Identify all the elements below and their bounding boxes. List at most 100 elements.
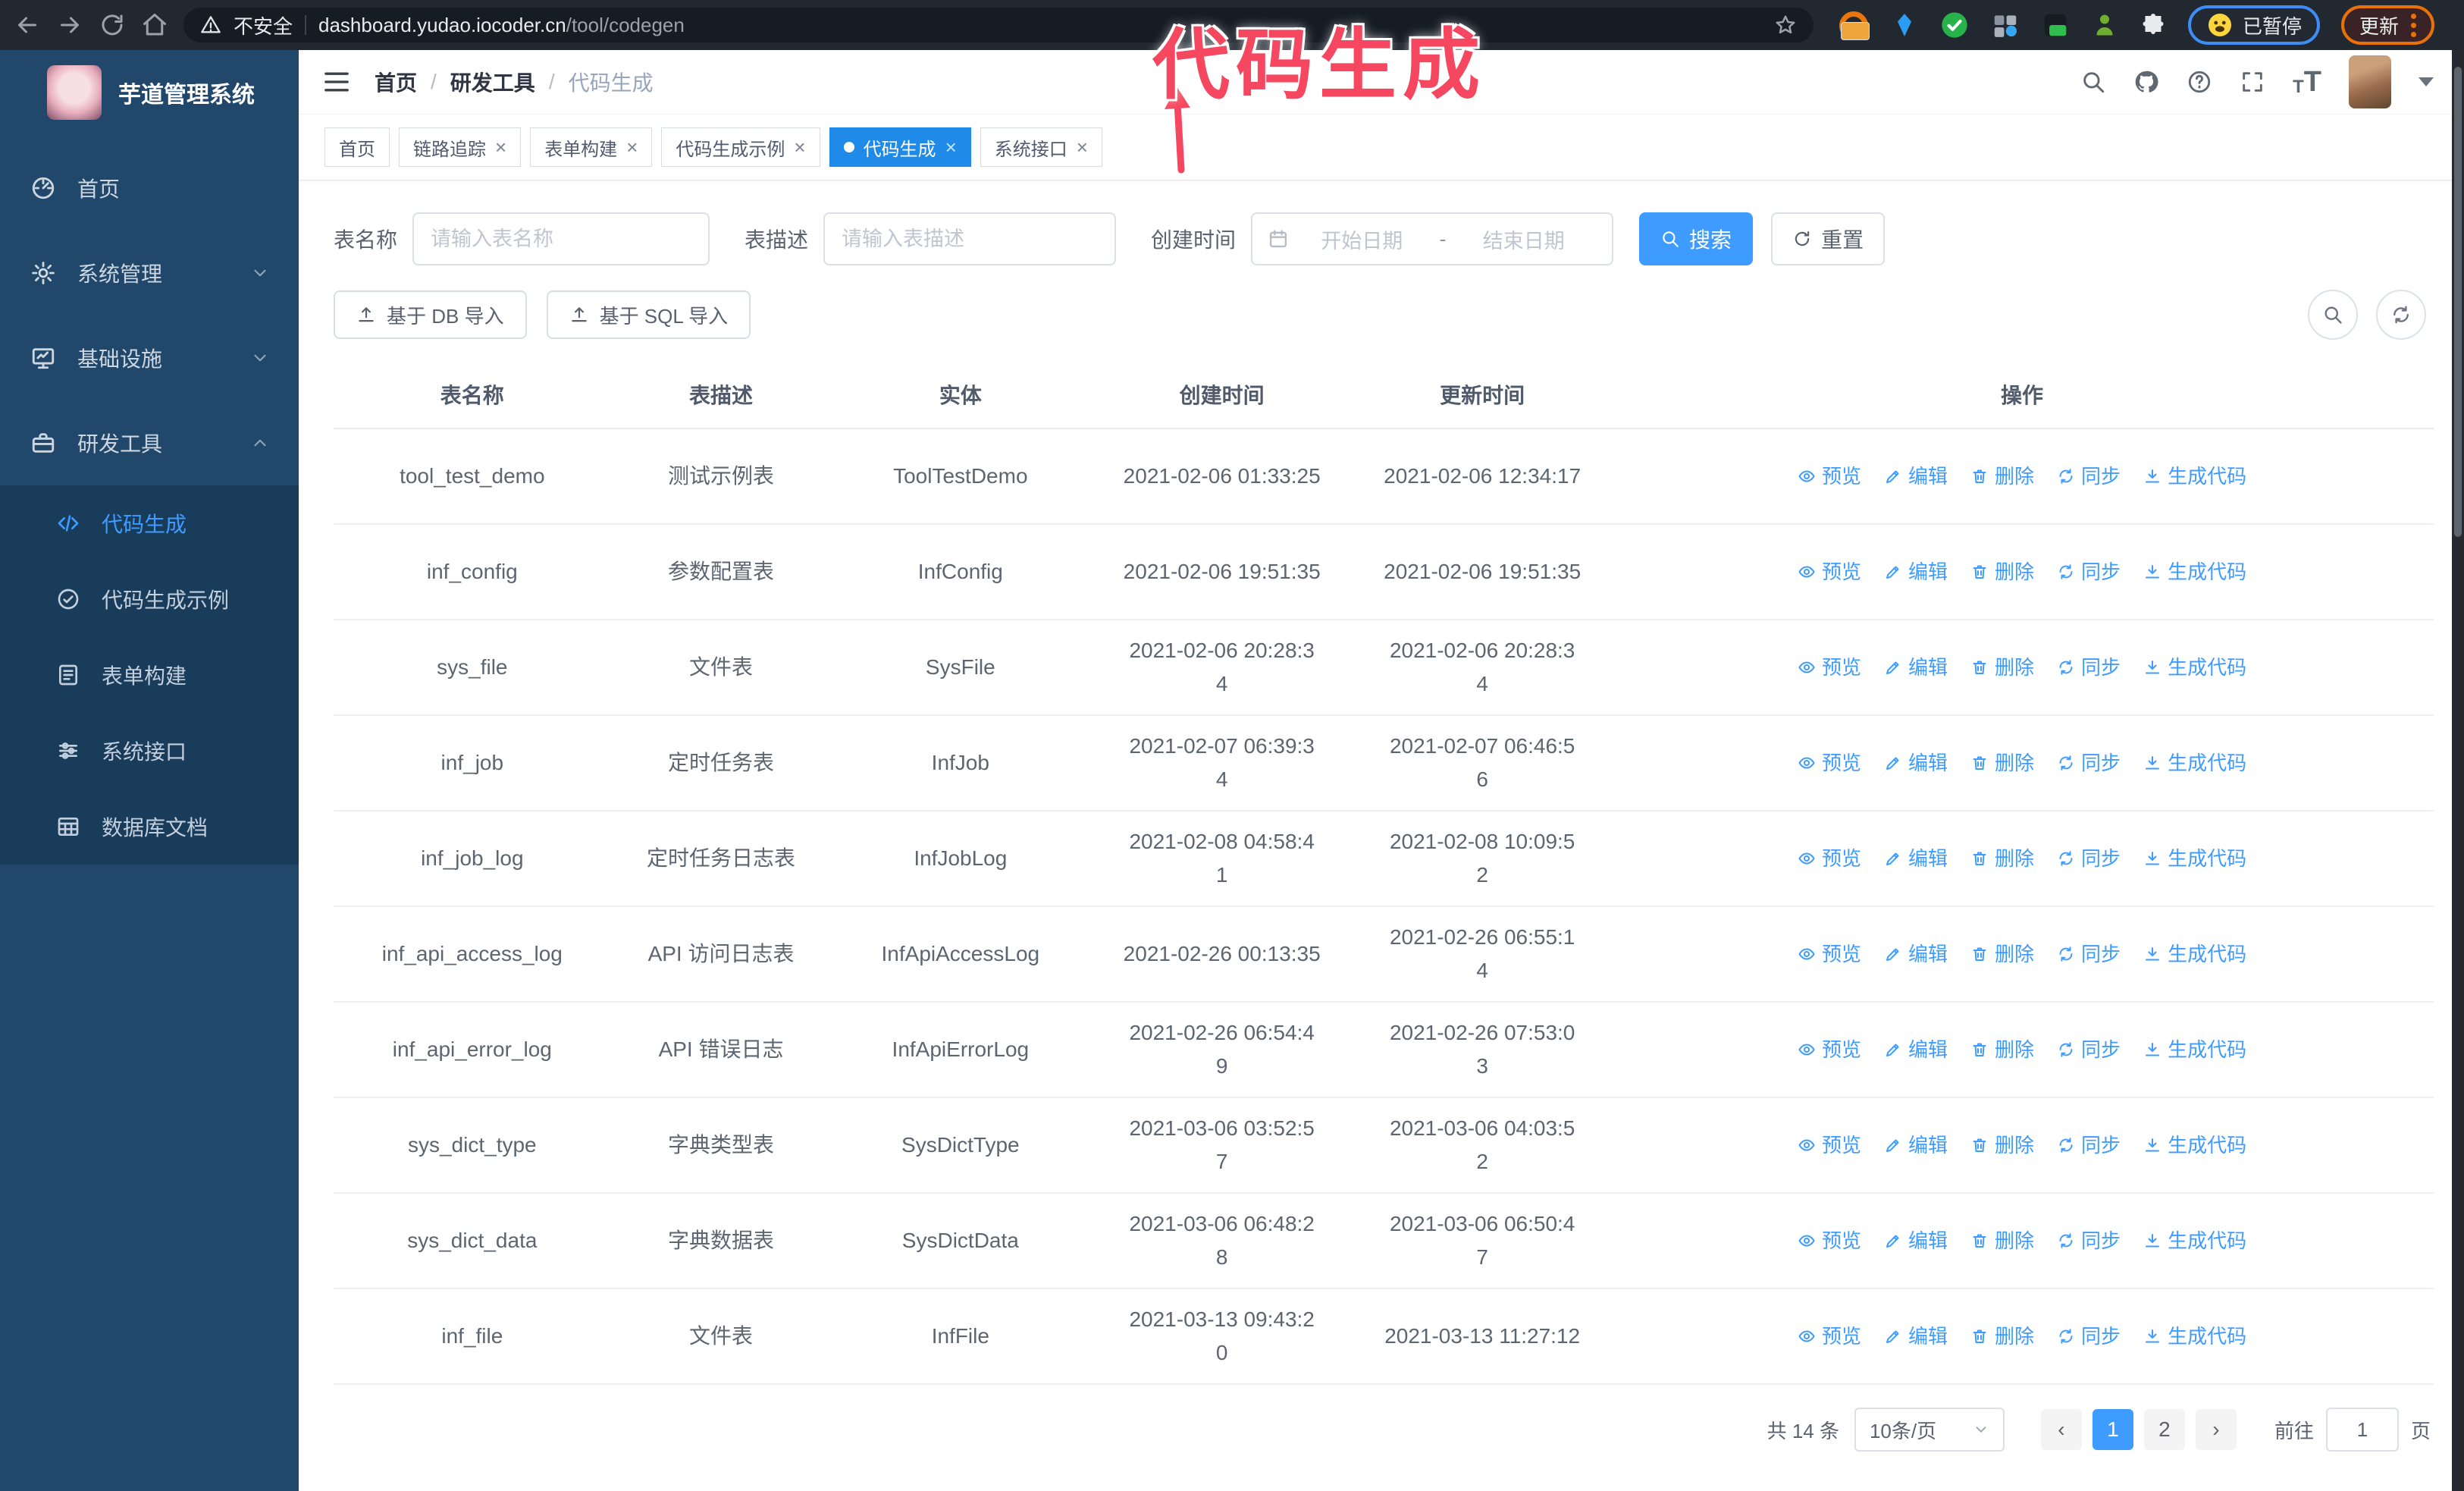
tab[interactable]: 代码生成 × bbox=[829, 127, 971, 167]
bookmark-star-icon[interactable] bbox=[1774, 14, 1797, 36]
help-icon[interactable] bbox=[2187, 69, 2212, 95]
extension-icon[interactable] bbox=[1891, 11, 1918, 39]
edit-action[interactable]: 编辑 bbox=[1884, 651, 1948, 684]
extension-icon[interactable] bbox=[2091, 11, 2118, 39]
search-button[interactable]: 搜索 bbox=[1639, 212, 1754, 265]
sync-action[interactable]: 同步 bbox=[2057, 746, 2121, 780]
preview-action[interactable]: 预览 bbox=[1798, 842, 1861, 875]
delete-action[interactable]: 删除 bbox=[1970, 1320, 2034, 1353]
edit-action[interactable]: 编辑 bbox=[1884, 555, 1948, 589]
table-desc-input[interactable] bbox=[823, 212, 1117, 265]
preview-action[interactable]: 预览 bbox=[1798, 746, 1861, 780]
generate-code-action[interactable]: 生成代码 bbox=[2143, 460, 2246, 493]
import-db-button[interactable]: 基于 DB 导入 bbox=[334, 290, 527, 339]
tab[interactable]: 代码生成示例 × bbox=[661, 127, 820, 167]
kebab-menu-icon[interactable] bbox=[2411, 13, 2417, 37]
delete-action[interactable]: 删除 bbox=[1970, 460, 2034, 493]
import-sql-button[interactable]: 基于 SQL 导入 bbox=[546, 290, 751, 339]
edit-action[interactable]: 编辑 bbox=[1884, 1128, 1948, 1162]
delete-action[interactable]: 删除 bbox=[1970, 651, 2034, 684]
sync-action[interactable]: 同步 bbox=[2057, 842, 2121, 875]
preview-action[interactable]: 预览 bbox=[1798, 1320, 1861, 1353]
preview-action[interactable]: 预览 bbox=[1798, 1224, 1861, 1257]
goto-page-input[interactable] bbox=[2325, 1408, 2399, 1452]
sync-action[interactable]: 同步 bbox=[2057, 937, 2121, 971]
table-name-input[interactable] bbox=[412, 212, 710, 265]
reload-icon[interactable] bbox=[99, 11, 126, 39]
address-bar[interactable]: 不安全 dashboard.yudao.iocoder.cn/tool/code… bbox=[183, 8, 1814, 42]
sidebar-item-db-docs[interactable]: 数据库文档 bbox=[0, 789, 299, 865]
preview-action[interactable]: 预览 bbox=[1798, 1128, 1861, 1162]
preview-action[interactable]: 预览 bbox=[1798, 1033, 1861, 1066]
extension-icon[interactable] bbox=[1991, 11, 2020, 39]
preview-action[interactable]: 预览 bbox=[1798, 651, 1861, 684]
page-number-button[interactable]: 1 bbox=[2092, 1409, 2133, 1450]
search-icon[interactable] bbox=[2080, 69, 2106, 95]
app-logo-row[interactable]: 芋道管理系统 bbox=[0, 50, 299, 135]
preview-action[interactable]: 预览 bbox=[1798, 555, 1861, 589]
hamburger-icon[interactable] bbox=[321, 67, 352, 97]
generate-code-action[interactable]: 生成代码 bbox=[2143, 1128, 2246, 1162]
sidebar-item-home[interactable]: 首页 bbox=[0, 146, 299, 231]
extension-paused-badge[interactable]: 已暂停 bbox=[2188, 5, 2321, 45]
reset-button[interactable]: 重置 bbox=[1771, 212, 1886, 265]
tab[interactable]: 表单构建 × bbox=[530, 127, 653, 167]
tab[interactable]: 系统接口 × bbox=[980, 127, 1102, 167]
font-size-icon[interactable]: TT bbox=[2293, 67, 2321, 96]
browser-update-button[interactable]: 更新 bbox=[2341, 5, 2435, 45]
sync-action[interactable]: 同步 bbox=[2057, 1128, 2121, 1162]
sidebar-item-codegen[interactable]: 代码生成 bbox=[0, 485, 299, 561]
generate-code-action[interactable]: 生成代码 bbox=[2143, 651, 2246, 684]
caret-down-icon[interactable] bbox=[2419, 77, 2434, 86]
tab[interactable]: 链路追踪 × bbox=[399, 127, 522, 167]
date-range-picker[interactable]: 开始日期 - 结束日期 bbox=[1251, 212, 1614, 265]
generate-code-action[interactable]: 生成代码 bbox=[2143, 842, 2246, 875]
sidebar-item-form-builder[interactable]: 表单构建 bbox=[0, 637, 299, 713]
edit-action[interactable]: 编辑 bbox=[1884, 1320, 1948, 1353]
generate-code-action[interactable]: 生成代码 bbox=[2143, 937, 2246, 971]
delete-action[interactable]: 删除 bbox=[1970, 1128, 2034, 1162]
scrollbar-thumb[interactable] bbox=[2454, 67, 2462, 537]
close-icon[interactable]: × bbox=[495, 137, 506, 157]
fullscreen-icon[interactable] bbox=[2240, 69, 2265, 95]
breadcrumb-dev-tools[interactable]: 研发工具 bbox=[450, 67, 535, 97]
back-icon[interactable] bbox=[14, 11, 41, 39]
generate-code-action[interactable]: 生成代码 bbox=[2143, 555, 2246, 589]
delete-action[interactable]: 删除 bbox=[1970, 1224, 2034, 1257]
extensions-puzzle-icon[interactable] bbox=[2140, 11, 2167, 39]
generate-code-action[interactable]: 生成代码 bbox=[2143, 1320, 2246, 1353]
prev-page-button[interactable]: ‹ bbox=[2040, 1409, 2082, 1450]
scrollbar-track[interactable] bbox=[2452, 50, 2464, 1491]
tab[interactable]: 首页 bbox=[324, 127, 390, 167]
delete-action[interactable]: 删除 bbox=[1970, 1033, 2034, 1066]
close-icon[interactable]: × bbox=[1077, 137, 1088, 157]
breadcrumb-home[interactable]: 首页 bbox=[375, 67, 417, 97]
sync-action[interactable]: 同步 bbox=[2057, 1224, 2121, 1257]
refresh-table-button[interactable] bbox=[2376, 290, 2426, 340]
github-icon[interactable] bbox=[2133, 69, 2159, 95]
edit-action[interactable]: 编辑 bbox=[1884, 937, 1948, 971]
sidebar-item-system[interactable]: 系统管理 bbox=[0, 231, 299, 315]
toggle-search-button[interactable] bbox=[2308, 290, 2358, 340]
edit-action[interactable]: 编辑 bbox=[1884, 1224, 1948, 1257]
extension-icon[interactable] bbox=[1939, 10, 1970, 40]
forward-icon[interactable] bbox=[56, 11, 83, 39]
sidebar-item-infrastructure[interactable]: 基础设施 bbox=[0, 315, 299, 400]
next-page-button[interactable]: › bbox=[2195, 1409, 2237, 1450]
sidebar-item-system-api[interactable]: 系统接口 bbox=[0, 713, 299, 789]
preview-action[interactable]: 预览 bbox=[1798, 937, 1861, 971]
extension-icon[interactable] bbox=[2041, 11, 2070, 39]
sync-action[interactable]: 同步 bbox=[2057, 651, 2121, 684]
edit-action[interactable]: 编辑 bbox=[1884, 746, 1948, 780]
generate-code-action[interactable]: 生成代码 bbox=[2143, 1224, 2246, 1257]
page-size-select[interactable]: 10条/页 bbox=[1854, 1408, 2005, 1452]
sync-action[interactable]: 同步 bbox=[2057, 460, 2121, 493]
close-icon[interactable]: × bbox=[945, 137, 957, 157]
sync-action[interactable]: 同步 bbox=[2057, 555, 2121, 589]
close-icon[interactable]: × bbox=[794, 137, 805, 157]
sidebar-item-codegen-example[interactable]: 代码生成示例 bbox=[0, 561, 299, 637]
sidebar-item-dev-tools[interactable]: 研发工具 bbox=[0, 400, 299, 485]
preview-action[interactable]: 预览 bbox=[1798, 460, 1861, 493]
edit-action[interactable]: 编辑 bbox=[1884, 1033, 1948, 1066]
delete-action[interactable]: 删除 bbox=[1970, 842, 2034, 875]
